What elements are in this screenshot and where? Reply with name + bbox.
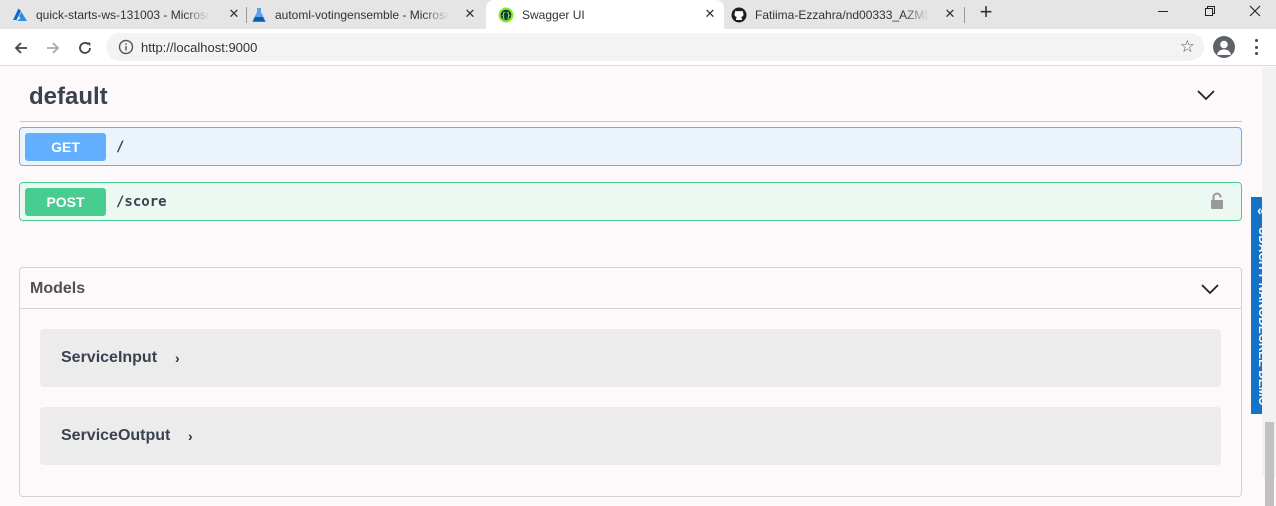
close-icon[interactable]: ✕	[462, 6, 478, 22]
url-text: http://localhost:9000	[141, 40, 258, 55]
method-badge: GET	[25, 133, 106, 161]
close-window-button[interactable]	[1232, 0, 1276, 22]
minimize-button[interactable]	[1140, 0, 1186, 22]
reload-icon	[79, 42, 91, 54]
new-tab-button[interactable]: +	[975, 1, 997, 24]
models-header[interactable]: Models	[20, 268, 1241, 309]
minimize-icon	[1158, 11, 1168, 12]
profile-avatar-icon[interactable]	[1213, 36, 1235, 58]
tab-title: quick-starts-ws-131003 - Microsoft	[36, 7, 210, 22]
method-badge: POST	[25, 188, 106, 216]
tab-swagger-ui[interactable]: {} Swagger UI ✕	[486, 0, 724, 29]
tab-title: Fatiima-Ezzahra/nd00333_AZMLN	[755, 7, 929, 22]
operation-path: /score	[116, 194, 167, 210]
tab-automl[interactable]: automl-votingensemble - Microsoft ✕	[251, 0, 484, 29]
model-service-input[interactable]: ServiceInput ›	[40, 329, 1221, 387]
forward-button[interactable]	[41, 36, 65, 60]
azure-ml-flask-icon	[251, 7, 267, 23]
close-icon[interactable]: ✕	[942, 6, 958, 22]
swagger-page: default GET / POST /score Models Service…	[0, 67, 1262, 497]
model-service-output[interactable]: ServiceOutput ›	[40, 407, 1221, 465]
arrow-left-icon	[14, 42, 27, 54]
chevron-right-icon[interactable]: ›	[175, 350, 180, 366]
arrow-right-icon	[47, 42, 60, 54]
reload-button[interactable]	[73, 36, 97, 60]
azure-icon	[12, 7, 28, 23]
models-title: Models	[30, 280, 86, 297]
operation-path: /	[116, 139, 125, 155]
operation-get-root[interactable]: GET /	[19, 127, 1242, 166]
chevron-down-icon[interactable]	[1200, 279, 1220, 299]
svg-text:{}: {}	[501, 11, 511, 20]
restore-icon	[1205, 6, 1215, 16]
tab-title: Swagger UI	[522, 7, 585, 22]
chevron-right-icon[interactable]: ›	[188, 428, 193, 444]
tab-divider	[964, 7, 965, 23]
address-bar[interactable]: http://localhost:9000 ☆	[106, 33, 1204, 61]
tab-github[interactable]: Fatiima-Ezzahra/nd00333_AZMLN ✕	[731, 0, 964, 29]
tab-quick-starts[interactable]: quick-starts-ws-131003 - Microsoft ✕	[12, 0, 248, 29]
chevron-down-icon[interactable]	[1196, 85, 1216, 105]
close-icon[interactable]: ✕	[702, 6, 718, 22]
scrollbar-thumb[interactable]	[1265, 422, 1274, 506]
model-name: ServiceOutput	[61, 427, 171, 444]
restore-button[interactable]	[1187, 0, 1233, 22]
back-button[interactable]	[9, 36, 33, 60]
tab-title: automl-votingensemble - Microsoft	[275, 7, 449, 22]
page-scrollbar[interactable]	[1262, 67, 1276, 506]
github-icon	[731, 7, 747, 23]
model-name: ServiceInput	[61, 349, 158, 366]
tab-divider	[246, 7, 247, 23]
unlocked-lock-icon[interactable]	[1210, 192, 1224, 210]
models-section: Models ServiceInput › ServiceOutput ›	[19, 267, 1242, 497]
close-icon	[1249, 5, 1261, 17]
close-icon[interactable]: ✕	[226, 6, 242, 22]
menu-kebab-icon[interactable]	[1253, 39, 1259, 55]
operation-post-score[interactable]: POST /score	[19, 182, 1242, 221]
section-header[interactable]: default	[20, 67, 1242, 122]
swagger-icon: {}	[498, 7, 514, 23]
tab-strip: quick-starts-ws-131003 - Microsoft ✕ aut…	[0, 0, 1276, 29]
bookmark-star-icon[interactable]: ☆	[1180, 37, 1195, 57]
info-icon[interactable]	[118, 39, 134, 55]
section-title: default	[29, 83, 108, 110]
